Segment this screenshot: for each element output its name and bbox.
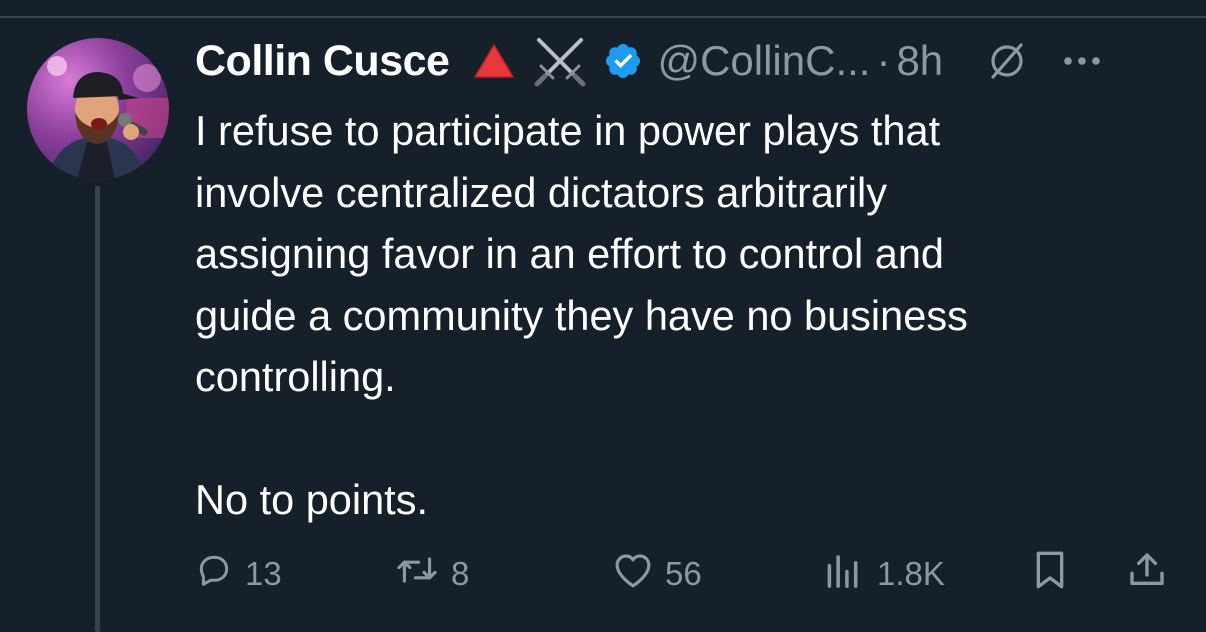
- tweet-actions: 13 8 56 1.8K: [195, 550, 1175, 598]
- views-count: 1.8K: [877, 555, 945, 592]
- reply-button[interactable]: 13: [195, 552, 282, 596]
- more-icon[interactable]: [1063, 56, 1101, 66]
- thread-line: [95, 186, 100, 632]
- top-divider: [0, 16, 1206, 18]
- heart-icon: [613, 551, 653, 597]
- reply-count: 13: [245, 555, 282, 592]
- author-display-name[interactable]: Collin Cusce: [195, 37, 450, 86]
- bookmark-icon: [1033, 550, 1067, 598]
- author-handle[interactable]: @CollinC...: [657, 37, 870, 85]
- share-button[interactable]: [1127, 552, 1167, 596]
- red-triangle-icon: [473, 43, 515, 79]
- tweet-header: Collin Cusce @CollinC... · 8h: [195, 34, 1101, 88]
- avatar[interactable]: [27, 38, 169, 180]
- tweet-timestamp[interactable]: 8h: [896, 37, 943, 85]
- retweet-count: 8: [451, 555, 470, 592]
- like-button[interactable]: 56: [613, 552, 702, 596]
- views-button[interactable]: 1.8K: [823, 552, 945, 596]
- retweet-button[interactable]: 8: [395, 552, 469, 596]
- like-count: 56: [665, 555, 702, 592]
- verified-badge-icon: [603, 41, 643, 81]
- dot-separator: ·: [876, 37, 891, 84]
- grok-icon[interactable]: [987, 41, 1027, 81]
- crossed-swords-icon: [533, 34, 587, 88]
- retweet-icon: [395, 551, 439, 597]
- tweet-text: I refuse to participate in power plays t…: [195, 107, 968, 523]
- views-icon: [823, 551, 865, 597]
- reply-icon: [195, 551, 233, 597]
- share-icon: [1127, 550, 1167, 598]
- bookmark-button[interactable]: [1033, 550, 1067, 598]
